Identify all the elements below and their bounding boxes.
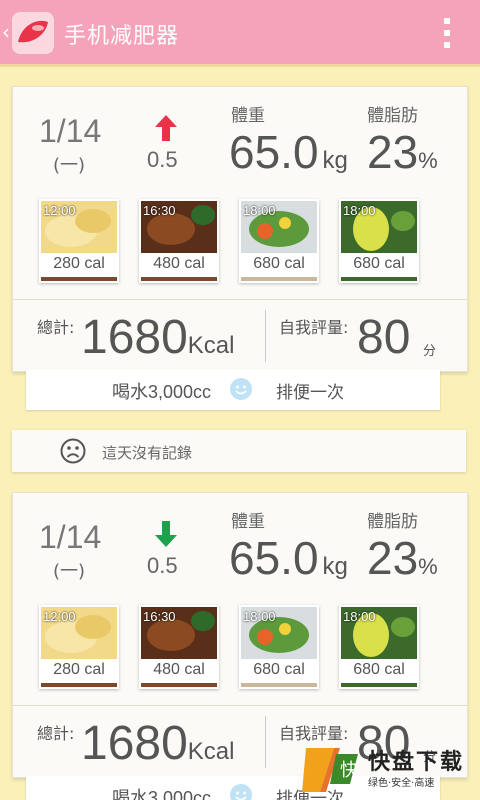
total-calories: 1680Kcal bbox=[81, 717, 235, 770]
meal-time: 18:00 bbox=[343, 609, 376, 624]
total-calories: 1680Kcal bbox=[81, 311, 235, 364]
meal-time: 16:30 bbox=[143, 203, 176, 218]
date-label: 1/14 bbox=[39, 113, 102, 149]
meal-time: 18:00 bbox=[243, 203, 276, 218]
meal-calories: 280 cal bbox=[53, 255, 105, 272]
weight-unit: kg bbox=[322, 147, 348, 174]
daily-totals: 總計: 1680Kcal 自我評量: 80 分 bbox=[13, 299, 467, 372]
weight-label: 體重 bbox=[231, 512, 265, 532]
no-record-row[interactable]: 這天沒有記錄 bbox=[12, 430, 466, 472]
meal-calories: 480 cal bbox=[153, 661, 205, 678]
meal-calories: 680 cal bbox=[253, 661, 305, 678]
meal-strip bbox=[341, 683, 417, 687]
score-unit: 分 bbox=[423, 344, 437, 359]
app-logo-icon[interactable] bbox=[8, 8, 58, 58]
meal-item[interactable]: 12:00 280 cal bbox=[39, 199, 119, 283]
total-label: 總計: bbox=[37, 318, 75, 337]
svg-text:快: 快 bbox=[340, 760, 358, 781]
no-record-text: 這天沒有記錄 bbox=[102, 444, 193, 462]
body-fat-value: 23% bbox=[367, 532, 438, 584]
meal-time: 12:00 bbox=[43, 609, 76, 624]
weekday-label: (一) bbox=[53, 561, 86, 582]
date-label: 1/14 bbox=[39, 519, 102, 555]
total-unit: Kcal bbox=[187, 332, 235, 359]
meal-strip bbox=[41, 683, 117, 687]
meal-time: 18:00 bbox=[243, 609, 276, 624]
smile-icon bbox=[230, 378, 252, 400]
total-label: 總計: bbox=[37, 724, 75, 743]
body-fat-unit: % bbox=[418, 148, 438, 173]
weight-label: 體重 bbox=[231, 106, 265, 126]
meal-time: 12:00 bbox=[43, 203, 76, 218]
day-card[interactable]: 1/14 (一) 0.5 體重 65.0 kg 體脂肪 23% 12:00 280… bbox=[12, 492, 468, 778]
water-intake: 喝水3,000cc bbox=[112, 788, 212, 800]
watermark-logo: 快 快盘下载 绿色·安全·高速 bbox=[300, 744, 476, 796]
arrow-up-icon bbox=[155, 115, 177, 141]
meal-item[interactable]: 18:00 680 cal bbox=[339, 605, 419, 689]
meal-item[interactable]: 12:00 280 cal bbox=[39, 605, 119, 689]
overflow-menu-icon[interactable] bbox=[444, 18, 450, 48]
weight-value: 65.0 kg bbox=[229, 532, 348, 584]
divider bbox=[265, 716, 266, 768]
meal-strip bbox=[341, 277, 417, 281]
meal-calories: 280 cal bbox=[53, 661, 105, 678]
day-card[interactable]: 1/14 (一) 0.5 體重 65.0 kg 體脂肪 23% 12:00 280… bbox=[12, 86, 468, 372]
meal-strip bbox=[241, 683, 317, 687]
meal-strip bbox=[41, 277, 117, 281]
meal-item[interactable]: 18:00 680 cal bbox=[239, 605, 319, 689]
weekday-label: (一) bbox=[53, 155, 86, 176]
score-label: 自我評量: bbox=[279, 318, 349, 337]
meal-calories: 680 cal bbox=[253, 255, 305, 272]
watermark-subtext: 绿色·安全·高速 bbox=[368, 778, 435, 789]
meal-item[interactable]: 18:00 680 cal bbox=[239, 199, 319, 283]
meal-item[interactable]: 16:30 480 cal bbox=[139, 199, 219, 283]
meal-strip bbox=[141, 683, 217, 687]
sad-face-icon bbox=[60, 438, 86, 464]
body-fat-label: 體脂肪 bbox=[367, 106, 418, 126]
meal-calories: 680 cal bbox=[353, 255, 405, 272]
meal-time: 16:30 bbox=[143, 609, 176, 624]
smile-icon bbox=[230, 784, 252, 800]
weight-value: 65.0 kg bbox=[229, 126, 348, 178]
meal-time: 18:00 bbox=[343, 203, 376, 218]
app-title: 手机减肥器 bbox=[64, 24, 180, 49]
meal-strip bbox=[241, 277, 317, 281]
body-fat-value: 23% bbox=[367, 126, 438, 178]
watermark-text: 快盘下载 bbox=[368, 750, 465, 775]
body-fat-unit: % bbox=[418, 554, 438, 579]
score-label: 自我評量: bbox=[279, 724, 349, 743]
app-bar: ‹ 手机减肥器 bbox=[0, 0, 480, 67]
water-stool-row[interactable]: 喝水3,000cc 排便一次 bbox=[26, 370, 440, 410]
divider bbox=[265, 310, 266, 362]
arrow-down-icon bbox=[155, 521, 177, 547]
meal-list: 12:00 280 cal 16:30 480 cal 18:00 680 ca… bbox=[39, 199, 439, 283]
total-unit: Kcal bbox=[187, 738, 235, 765]
meal-item[interactable]: 18:00 680 cal bbox=[339, 199, 419, 283]
meal-item[interactable]: 16:30 480 cal bbox=[139, 605, 219, 689]
body-fat-label: 體脂肪 bbox=[367, 512, 418, 532]
water-intake: 喝水3,000cc bbox=[112, 382, 212, 402]
weight-change: 0.5 bbox=[147, 553, 178, 578]
stool-record: 排便一次 bbox=[276, 383, 344, 403]
weight-change: 0.5 bbox=[147, 147, 178, 172]
meal-list: 12:00 280 cal 16:30 480 cal 18:00 680 ca… bbox=[39, 605, 439, 689]
meal-calories: 480 cal bbox=[153, 255, 205, 272]
weight-unit: kg bbox=[322, 553, 348, 580]
score-value: 80 bbox=[357, 311, 411, 364]
watermark-icon: 快 bbox=[302, 748, 358, 792]
meal-calories: 680 cal bbox=[353, 661, 405, 678]
meal-strip bbox=[141, 277, 217, 281]
